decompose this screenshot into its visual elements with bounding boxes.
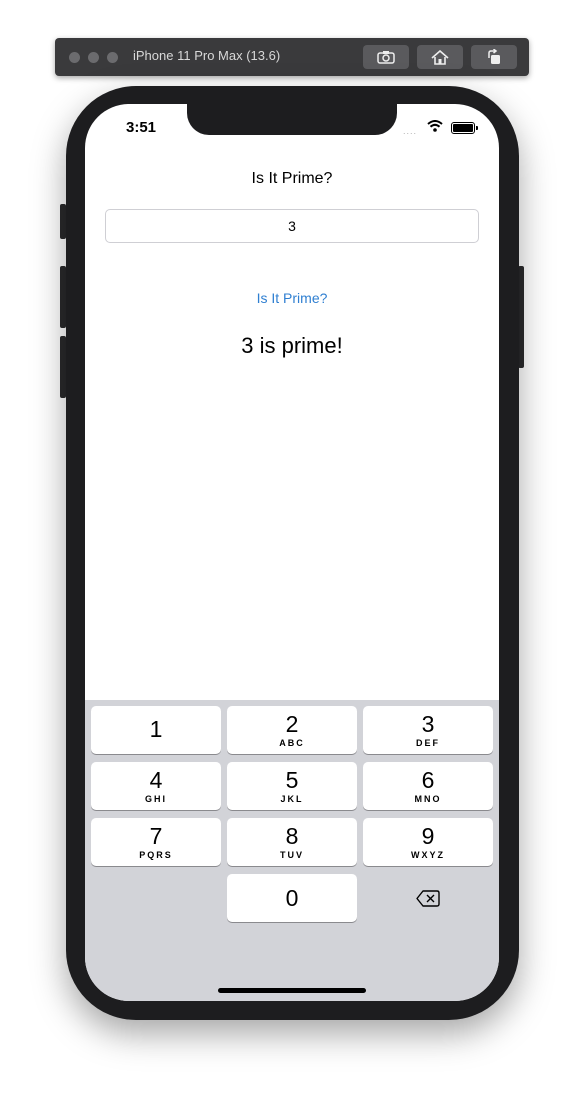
delete-key[interactable]	[363, 874, 493, 922]
rotate-icon	[488, 49, 500, 64]
key-4[interactable]: 4 GHI	[91, 762, 221, 810]
phone-screen: 3:51 .... Is It Prime? Is It Prime? 3 is…	[85, 104, 499, 1001]
battery-icon	[451, 122, 478, 134]
backspace-icon	[416, 889, 440, 907]
is-it-prime-button[interactable]: Is It Prime?	[85, 290, 499, 306]
simulator-title-bar: iPhone 11 Pro Max (13.6)	[55, 38, 529, 76]
result-label: 3 is prime!	[241, 333, 343, 358]
key-2[interactable]: 2 ABC	[227, 706, 357, 754]
home-button[interactable]	[417, 45, 463, 69]
key-8[interactable]: 8 TUV	[227, 818, 357, 866]
screenshot-icon	[377, 51, 395, 64]
key-1[interactable]: 1	[91, 706, 221, 754]
wifi-icon	[427, 120, 443, 132]
zoom-window-button[interactable]	[107, 52, 118, 63]
key-9[interactable]: 9 WXYZ	[363, 818, 493, 866]
close-window-button[interactable]	[69, 52, 80, 63]
screenshot-button[interactable]	[363, 45, 409, 69]
key-0[interactable]: 0	[227, 874, 357, 922]
home-icon	[431, 49, 449, 65]
number-input[interactable]	[105, 209, 479, 243]
page-title: Is It Prime?	[251, 170, 333, 187]
key-3[interactable]: 3 DEF	[363, 706, 493, 754]
rotate-button[interactable]	[471, 45, 517, 69]
number-keypad: 1 2 ABC 3 DEF 4 GHI 5 JKL 6 MNO 7 PQRS 8 TUV 9W…	[85, 700, 499, 1001]
key-7[interactable]: 7 PQRS	[91, 818, 221, 866]
minimize-window-button[interactable]	[88, 52, 99, 63]
key-5[interactable]: 5 JKL	[227, 762, 357, 810]
signal-dots: ....	[403, 126, 418, 136]
status-time: 3:51	[126, 119, 157, 136]
home-indicator[interactable]	[218, 988, 366, 993]
notch	[187, 104, 397, 135]
key-6[interactable]: 6 MNO	[363, 762, 493, 810]
simulator-title: iPhone 11 Pro Max (13.6)	[133, 48, 281, 63]
